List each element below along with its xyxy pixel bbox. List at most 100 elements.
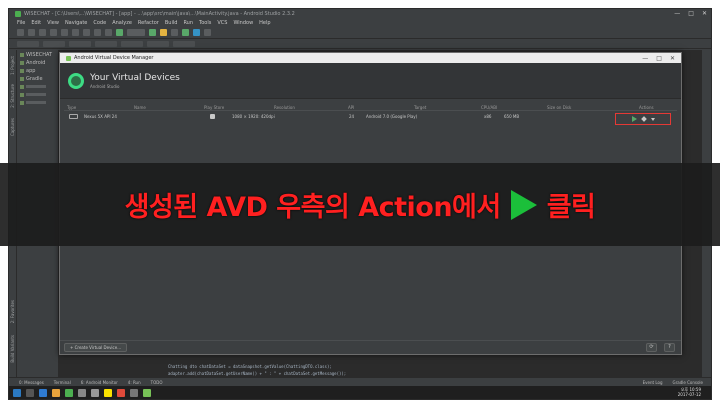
menu-help[interactable]: Help xyxy=(259,20,270,26)
avd-manager-icon[interactable] xyxy=(182,29,189,36)
column-header[interactable]: API xyxy=(348,104,354,111)
column-header[interactable]: Resolution xyxy=(274,104,295,111)
column-header[interactable]: Play Store xyxy=(204,104,224,111)
app-icon[interactable] xyxy=(117,388,125,397)
menu-tools[interactable]: Tools xyxy=(199,20,211,26)
menu-window[interactable]: Window xyxy=(233,20,253,26)
dialog-maximize-button[interactable]: □ xyxy=(656,55,662,62)
tree-label xyxy=(26,85,46,88)
column-header[interactable]: Type xyxy=(67,104,76,111)
system-clock[interactable]: 오후 10:59 2017-07-12 xyxy=(678,387,701,397)
tree-item[interactable]: app xyxy=(20,67,56,74)
column-header[interactable]: Name xyxy=(134,104,146,111)
tool-run[interactable]: 4: Run xyxy=(128,380,141,385)
explorer-icon[interactable] xyxy=(52,388,60,397)
menu-navigate[interactable]: Navigate xyxy=(65,20,87,26)
tool-build-variants[interactable]: Build Variants xyxy=(10,335,15,363)
android-studio-icon xyxy=(15,10,21,17)
app-icon[interactable] xyxy=(130,388,138,397)
stop-icon[interactable] xyxy=(171,29,178,36)
sync-icon[interactable] xyxy=(39,29,46,36)
breadcrumb-item[interactable] xyxy=(95,41,117,47)
save-icon[interactable] xyxy=(28,29,35,36)
cut-icon[interactable] xyxy=(72,29,79,36)
redo-icon[interactable] xyxy=(61,29,68,36)
run-icon[interactable] xyxy=(149,29,156,36)
paste-icon[interactable] xyxy=(94,29,101,36)
create-virtual-device-button[interactable]: + Create Virtual Device... xyxy=(64,343,128,352)
menu-build[interactable]: Build xyxy=(165,20,178,26)
refresh-button[interactable]: ⟳ xyxy=(646,343,657,352)
tool-captures[interactable]: Captures xyxy=(10,118,15,136)
breadcrumb-item[interactable] xyxy=(17,41,39,47)
column-header[interactable]: CPU/ABI xyxy=(481,104,497,111)
tool-messages[interactable]: 0: Messages xyxy=(19,380,44,385)
tree-item[interactable] xyxy=(20,99,56,106)
app-icon[interactable] xyxy=(78,388,86,397)
tree-item[interactable]: Gradle xyxy=(20,75,56,82)
config-dropdown[interactable] xyxy=(127,29,145,36)
task-view-icon[interactable] xyxy=(26,388,34,397)
app-icon[interactable] xyxy=(91,388,99,397)
tool-structure[interactable]: 2: Structure xyxy=(10,84,15,108)
tool-terminal[interactable]: Terminal xyxy=(54,380,71,385)
open-icon[interactable] xyxy=(17,29,24,36)
window-controls: — □ ✕ xyxy=(674,10,707,17)
help-button[interactable]: ? xyxy=(664,343,675,352)
make-icon[interactable] xyxy=(116,29,123,36)
chevron-down-icon[interactable] xyxy=(650,117,655,121)
breadcrumb-item[interactable] xyxy=(43,41,65,47)
column-header[interactable]: Target xyxy=(414,104,426,111)
ie-icon[interactable] xyxy=(39,388,47,397)
breadcrumb-item[interactable] xyxy=(121,41,143,47)
tree-item[interactable] xyxy=(20,83,56,90)
tree-item[interactable]: Android xyxy=(20,59,56,66)
breadcrumb-item[interactable] xyxy=(69,41,91,47)
folder-icon xyxy=(20,52,24,57)
tree-label: app xyxy=(26,67,36,74)
tool-event-log[interactable]: Event Log xyxy=(643,380,663,385)
maximize-button[interactable]: □ xyxy=(688,10,694,17)
menu-code[interactable]: Code xyxy=(93,20,106,26)
menu-analyze[interactable]: Analyze xyxy=(112,20,132,26)
chrome-icon[interactable] xyxy=(65,388,73,397)
minimize-button[interactable]: — xyxy=(674,10,680,17)
menu-view[interactable]: View xyxy=(47,20,59,26)
breadcrumb-item[interactable] xyxy=(173,41,195,47)
menu-file[interactable]: File xyxy=(17,20,25,26)
column-header[interactable]: Actions xyxy=(639,104,654,111)
android-icon xyxy=(66,55,71,61)
copy-icon[interactable] xyxy=(83,29,90,36)
menu-refactor[interactable]: Refactor xyxy=(138,20,159,26)
tree-label: WISECHAT xyxy=(26,51,53,58)
menu-edit[interactable]: Edit xyxy=(31,20,41,26)
find-icon[interactable] xyxy=(105,29,112,36)
debug-icon[interactable] xyxy=(160,29,167,36)
dialog-minimize-button[interactable]: — xyxy=(642,55,648,62)
edit-pencil-icon[interactable] xyxy=(640,116,647,122)
tool-favorites[interactable]: 2: Favorites xyxy=(10,300,15,323)
actions-highlight xyxy=(615,113,671,125)
tool-project[interactable]: 1: Project xyxy=(10,56,15,75)
start-icon[interactable] xyxy=(13,388,21,397)
column-header[interactable]: Size on Disk xyxy=(547,104,571,111)
menu-vcs[interactable]: VCS xyxy=(217,20,227,26)
breadcrumb-item[interactable] xyxy=(147,41,169,47)
close-button[interactable]: ✕ xyxy=(702,10,707,17)
android-studio-taskbar-icon[interactable] xyxy=(143,388,151,397)
file-icon xyxy=(20,84,24,89)
undo-icon[interactable] xyxy=(50,29,57,36)
menu-run[interactable]: Run xyxy=(183,20,193,26)
sdk-manager-icon[interactable] xyxy=(193,29,200,36)
help-icon[interactable] xyxy=(204,29,211,36)
dialog-close-button[interactable]: ✕ xyxy=(670,55,675,62)
tool-android-monitor[interactable]: 6: Android Monitor xyxy=(81,380,118,385)
tool-todo[interactable]: TODO xyxy=(151,380,163,385)
kakaotalk-icon[interactable] xyxy=(104,388,112,397)
table-row[interactable]: Nexus 5X API 24 1080 × 1920: 420dpi 24 A… xyxy=(64,112,677,125)
android-logo-icon xyxy=(68,72,84,89)
tree-item[interactable]: WISECHAT xyxy=(20,51,56,58)
launch-play-icon[interactable] xyxy=(631,116,637,122)
tree-item[interactable] xyxy=(20,91,56,98)
tool-gradle-console[interactable]: Gradle Console xyxy=(673,380,703,385)
